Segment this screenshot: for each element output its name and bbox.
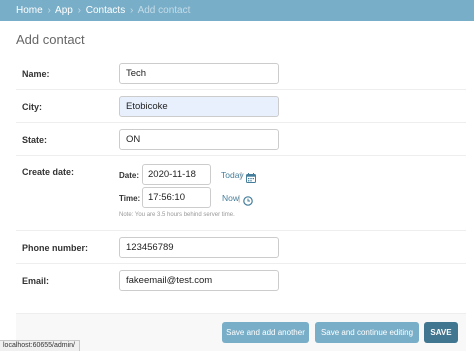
form-row-phone-number: Phone number: 123456789 — [16, 231, 466, 264]
form-row-name: Name: Tech — [16, 57, 466, 90]
city-field[interactable]: Etobicoke — [119, 96, 279, 117]
time-field[interactable]: 17:56:10 — [142, 187, 211, 208]
save-button[interactable]: SAVE — [424, 322, 458, 343]
now-link[interactable]: Now — [222, 193, 239, 203]
breadcrumb-separator: › — [47, 5, 51, 16]
state-label: State: — [22, 135, 48, 145]
phone-number-label: Phone number: — [22, 243, 89, 253]
form-row-city: City: Etobicoke — [16, 90, 466, 123]
phone-number-field[interactable]: 123456789 — [119, 237, 279, 258]
breadcrumb-home-link[interactable]: Home — [16, 5, 43, 16]
date-field[interactable]: 2020-11-18 — [142, 164, 211, 185]
breadcrumb-app-link[interactable]: App — [55, 5, 73, 16]
breadcrumb-separator: › — [130, 5, 134, 16]
breadcrumb-separator: › — [77, 5, 81, 16]
name-field[interactable]: Tech — [119, 63, 279, 84]
save-and-add-another-button[interactable]: Save and add another — [222, 322, 309, 343]
state-field[interactable]: ON — [119, 129, 279, 150]
save-and-continue-button[interactable]: Save and continue editing — [315, 322, 419, 343]
form-row-email: Email: fakeemail@test.com — [16, 264, 466, 298]
city-label: City: — [22, 102, 42, 112]
time-sublabel: Time: — [119, 194, 141, 203]
timezone-help-note: Note: You are 3.5 hours behind server ti… — [119, 212, 235, 218]
status-bar-url: localhost:60655/admin/ — [0, 340, 80, 351]
date-shortcut-separator: | — [240, 170, 243, 180]
breadcrumb: Home › App › Contacts › Add contact — [0, 0, 474, 21]
email-label: Email: — [22, 276, 50, 286]
submit-row: Save and add another Save and continue e… — [16, 313, 466, 351]
page-title: Add contact — [16, 32, 85, 47]
create-date-label: Create date: — [22, 167, 75, 177]
email-field[interactable]: fakeemail@test.com — [119, 270, 279, 291]
clock-icon[interactable] — [243, 193, 253, 211]
form-row-create-date: Create date: Date: 2020-11-18 Today | Ti… — [16, 156, 466, 231]
name-label: Name: — [22, 69, 50, 79]
time-shortcut-separator: | — [238, 193, 241, 203]
breadcrumb-current: Add contact — [137, 5, 191, 16]
calendar-icon[interactable] — [246, 170, 256, 188]
date-sublabel: Date: — [119, 171, 140, 180]
form-row-state: State: ON — [16, 123, 466, 156]
breadcrumb-contacts-link[interactable]: Contacts — [86, 5, 125, 16]
